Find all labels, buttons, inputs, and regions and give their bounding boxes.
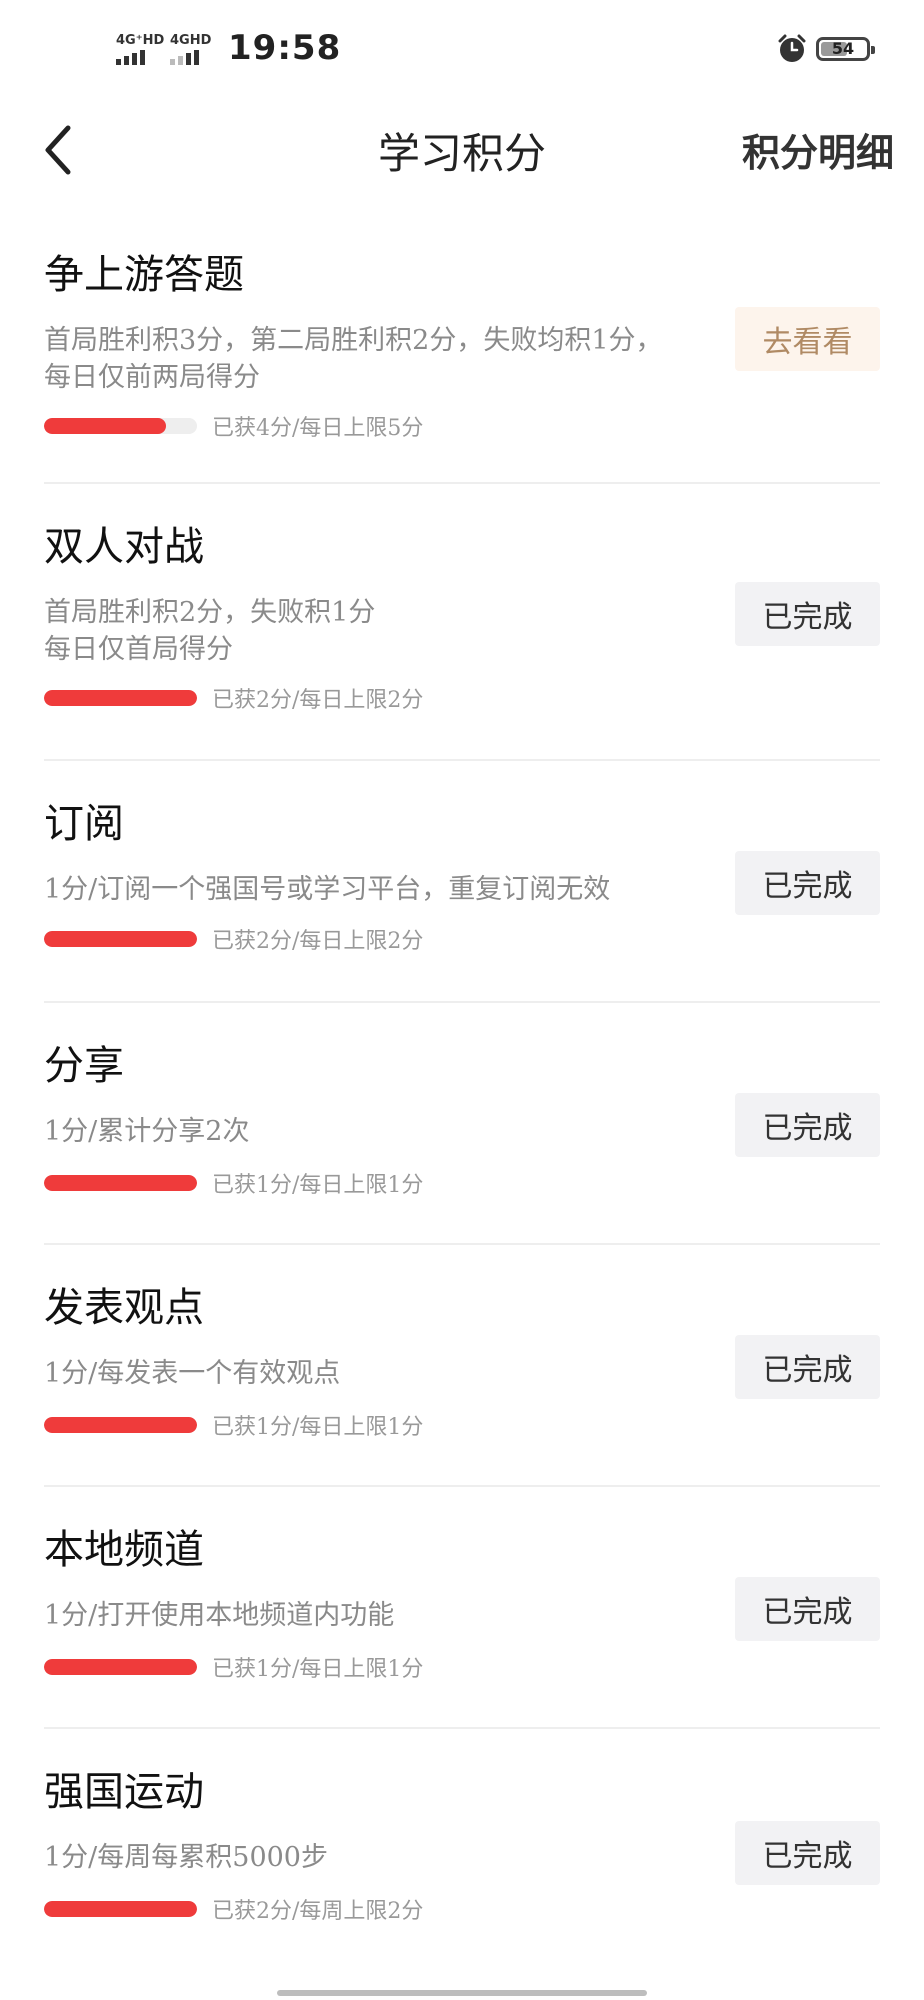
task-description: 1分/打开使用本地频道内功能 [44, 1600, 395, 1631]
battery-icon: 54 [816, 37, 875, 61]
progress-text: 已获2分/每日上限2分 [212, 688, 424, 713]
progress-bar [44, 1901, 197, 1917]
progress-text: 已获1分/每日上限1分 [212, 1415, 424, 1440]
task-title: 分享 [44, 1043, 124, 1089]
task-description: 1分/每发表一个有效观点 [44, 1358, 341, 1389]
status-bar: 4G⁺HD 4GHD 19:58 54 [0, 0, 924, 100]
completed-button[interactable]: 已完成 [735, 1335, 880, 1399]
signal-icon-2: 4GHD [170, 34, 211, 65]
completed-button[interactable]: 已完成 [735, 1577, 880, 1641]
nav-bar: 学习积分 积分明细 [0, 100, 924, 210]
signal-icon: 4G⁺HD [116, 34, 164, 65]
clock: 19:58 [228, 28, 342, 68]
progress-text: 已获1分/每日上限1分 [212, 1657, 424, 1682]
network-type-label: 4G⁺HD [116, 33, 165, 48]
completed-button[interactable]: 已完成 [735, 582, 880, 646]
progress-text: 已获1分/每日上限1分 [212, 1173, 424, 1198]
task-item-subscribe: 订阅 1分/订阅一个强国号或学习平台，重复订阅无效 已获2分/每日上限2分 已完… [44, 761, 880, 1003]
task-title: 双人对战 [44, 524, 204, 570]
task-description: 首局胜利积3分，第二局胜利积2分，失败均积1分，每日仅前两局得分 [44, 325, 663, 393]
home-indicator[interactable] [277, 1990, 647, 1996]
completed-button[interactable]: 已完成 [735, 1821, 880, 1885]
progress-bar [44, 1417, 197, 1433]
task-title: 本地频道 [44, 1527, 204, 1573]
go-see-button[interactable]: 去看看 [735, 307, 880, 371]
points-detail-link[interactable]: 积分明细 [742, 122, 894, 177]
progress-bar-fill [44, 1659, 197, 1675]
task-item-post-opinion: 发表观点 1分/每发表一个有效观点 已获1分/每日上限1分 已完成 [44, 1245, 880, 1487]
progress-bar-fill [44, 1417, 197, 1433]
progress-text: 已获2分/每周上限2分 [212, 1899, 424, 1924]
progress-bar [44, 690, 197, 706]
battery-level: 54 [831, 39, 855, 58]
task-item-competition-quiz: 争上游答题 首局胜利积3分，第二局胜利积2分，失败均积1分，每日仅前两局得分 已… [44, 212, 880, 484]
progress-bar [44, 1659, 197, 1675]
task-title: 发表观点 [44, 1285, 204, 1331]
progress-bar-fill [44, 931, 197, 947]
task-title: 订阅 [44, 801, 124, 847]
task-item-sports: 强国运动 1分/每周每累积5000步 已获2分/每周上限2分 已完成 [44, 1729, 880, 1971]
progress-bar-fill [44, 690, 197, 706]
progress-bar [44, 1175, 197, 1191]
task-description: 1分/累计分享2次 [44, 1116, 250, 1147]
task-item-duel: 双人对战 首局胜利积2分，失败积1分 每日仅首局得分 已获2分/每日上限2分 已… [44, 484, 880, 761]
progress-bar-fill [44, 418, 167, 434]
task-item-share: 分享 1分/累计分享2次 已获1分/每日上限1分 已完成 [44, 1003, 880, 1245]
task-description: 1分/订阅一个强国号或学习平台，重复订阅无效 [44, 874, 611, 905]
progress-text: 已获4分/每日上限5分 [212, 416, 424, 441]
alarm-clock-icon [778, 34, 806, 62]
progress-bar [44, 418, 197, 434]
progress-bar-fill [44, 1901, 197, 1917]
task-item-local-channel: 本地频道 1分/打开使用本地频道内功能 已获1分/每日上限1分 已完成 [44, 1487, 880, 1729]
task-title: 争上游答题 [44, 252, 244, 298]
task-list: 争上游答题 首局胜利积3分，第二局胜利积2分，失败均积1分，每日仅前两局得分 已… [44, 212, 880, 1971]
progress-text: 已获2分/每日上限2分 [212, 929, 424, 954]
task-description: 首局胜利积2分，失败积1分 每日仅首局得分 [44, 597, 376, 665]
completed-button[interactable]: 已完成 [735, 851, 880, 915]
task-description: 1分/每周每累积5000步 [44, 1842, 328, 1873]
task-title: 强国运动 [44, 1769, 204, 1815]
progress-bar [44, 931, 197, 947]
network-type-label-2: 4GHD [170, 33, 212, 48]
completed-button[interactable]: 已完成 [735, 1093, 880, 1157]
progress-bar-fill [44, 1175, 197, 1191]
